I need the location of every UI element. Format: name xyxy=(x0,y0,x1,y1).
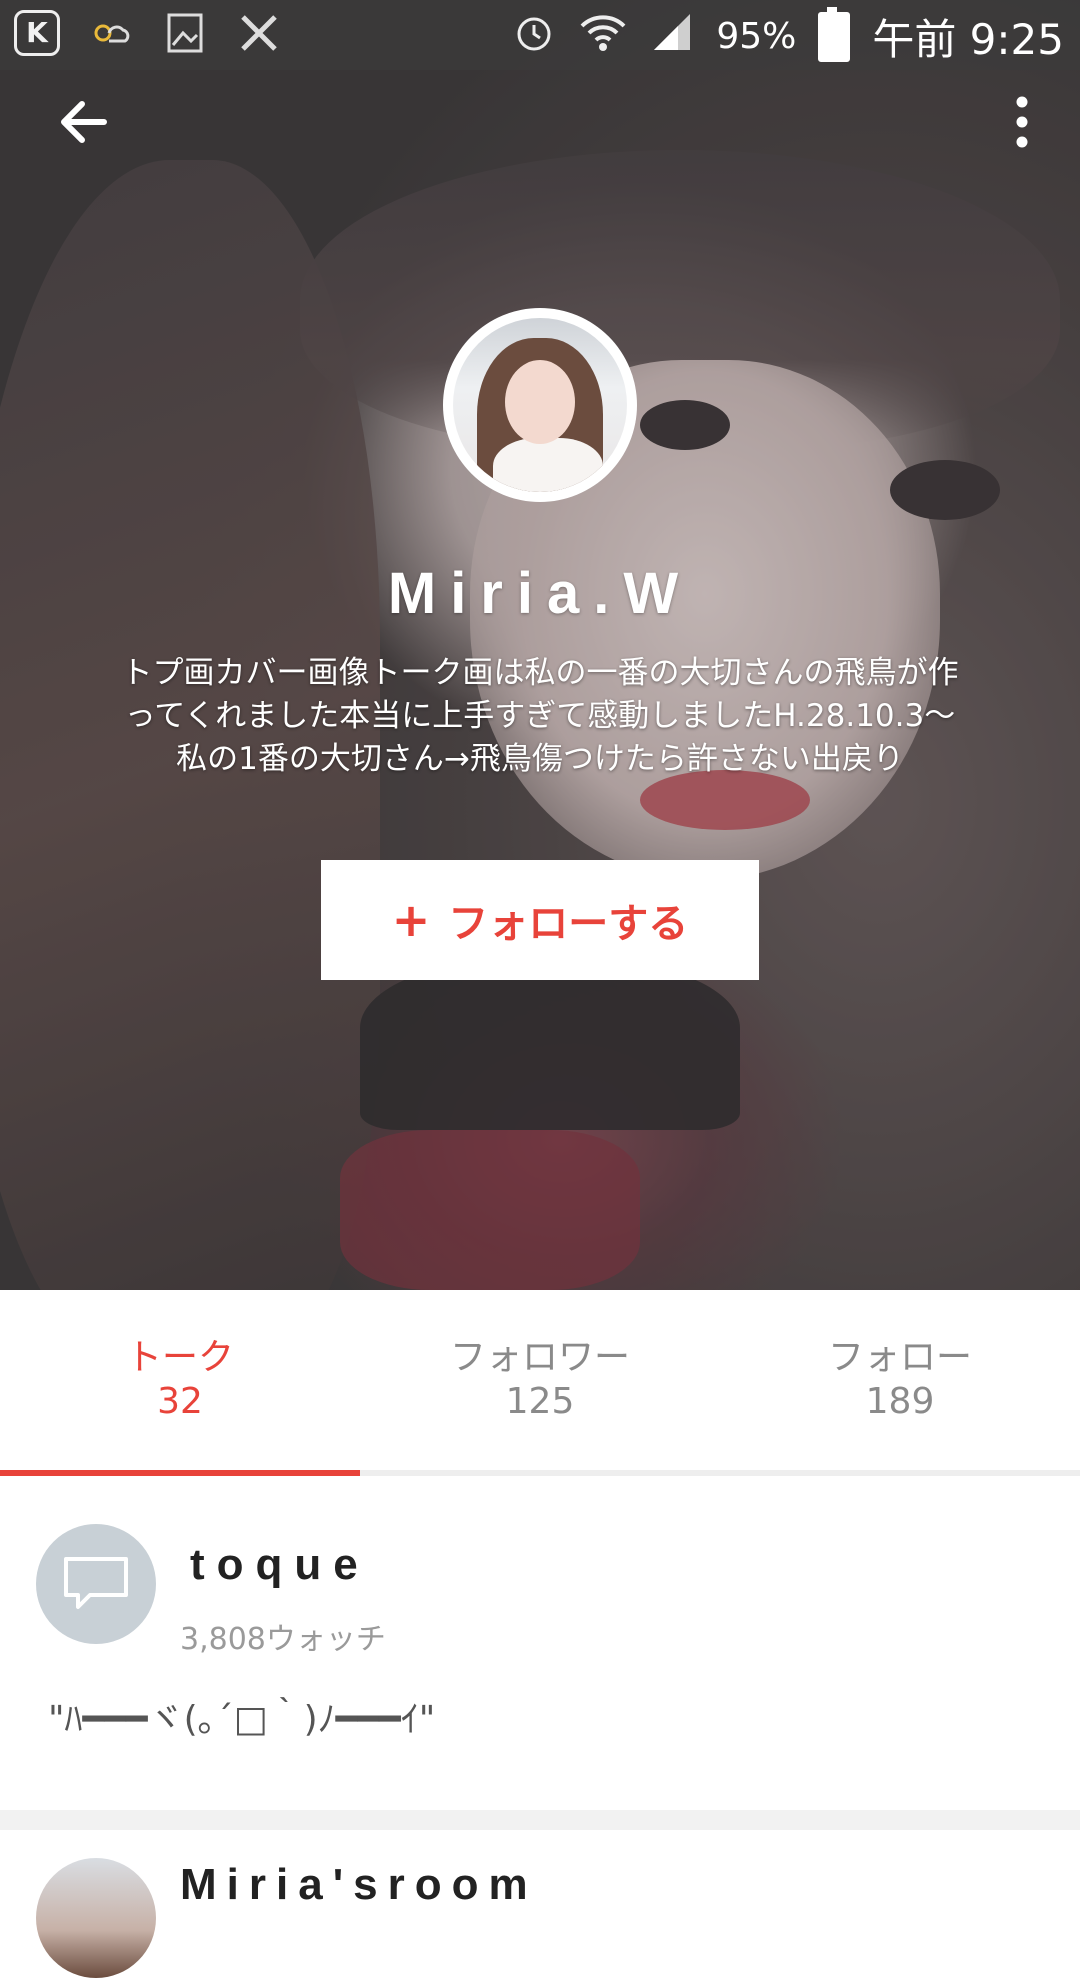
list-item[interactable]: Miria'sroom xyxy=(0,1830,1080,1978)
talk-list: toque 3,808ウォッチ "ﾊ━━━ヾ(｡´□｀)ﾉ━━━ｲ" Miria… xyxy=(0,1476,1080,1978)
alarm-icon xyxy=(512,10,556,64)
follow-button[interactable]: + フォローする xyxy=(321,860,759,980)
battery-percent: 95% xyxy=(716,16,797,57)
profile-tabs: トーク 32 フォロワー 125 フォロー 189 xyxy=(0,1290,1080,1476)
k-app-icon: K xyxy=(14,10,60,56)
tab-following[interactable]: フォロー 189 xyxy=(720,1290,1080,1476)
clock-time: 午前 9:25 xyxy=(872,15,1064,64)
talk-title: toque xyxy=(190,1540,370,1589)
tab-count: 32 xyxy=(157,1381,203,1422)
tab-followers[interactable]: フォロワー 125 xyxy=(360,1290,720,1476)
photo-icon xyxy=(162,10,208,56)
talk-title: Miria'sroom xyxy=(180,1860,538,1909)
profile-cover: K 95% 午前 9:25 Miria.W トプ画カバー画像トーク画は私の一番の… xyxy=(0,0,1080,1290)
tools-icon xyxy=(236,10,282,56)
talk-watch-count: 3,808ウォッチ xyxy=(180,1622,386,1657)
list-item[interactable]: toque 3,808ウォッチ "ﾊ━━━ヾ(｡´□｀)ﾉ━━━ｲ" xyxy=(0,1476,1080,1810)
arrow-back-icon[interactable] xyxy=(54,92,114,152)
tab-label: フォロワー xyxy=(449,1337,630,1378)
profile-bio: トプ画カバー画像トーク画は私の一番の大切さんの飛鳥が作ってくれました本当に上手す… xyxy=(121,655,959,777)
signal-icon xyxy=(650,10,694,64)
tab-label: トーク xyxy=(125,1337,234,1378)
tab-count: 125 xyxy=(505,1381,575,1422)
profile-avatar[interactable] xyxy=(443,308,637,502)
tab-count: 189 xyxy=(865,1381,935,1422)
plus-icon: + xyxy=(391,893,431,947)
chat-bubble-icon xyxy=(36,1524,156,1644)
weather-sun-cloud-icon xyxy=(88,10,134,56)
status-bar: K 95% 午前 9:25 xyxy=(0,0,1080,70)
wifi-icon xyxy=(578,10,628,64)
follow-button-label: フォローする xyxy=(448,901,689,947)
tab-label: フォロー xyxy=(827,1337,972,1378)
more-vertical-icon[interactable] xyxy=(1010,92,1034,152)
battery-charging-icon xyxy=(818,6,851,62)
tab-talk[interactable]: トーク 32 xyxy=(0,1290,360,1476)
talk-avatar xyxy=(36,1858,156,1978)
talk-preview: "ﾊ━━━ヾ(｡´□｀)ﾉ━━━ｲ" xyxy=(48,1699,436,1740)
profile-name: Miria.W xyxy=(387,561,693,626)
